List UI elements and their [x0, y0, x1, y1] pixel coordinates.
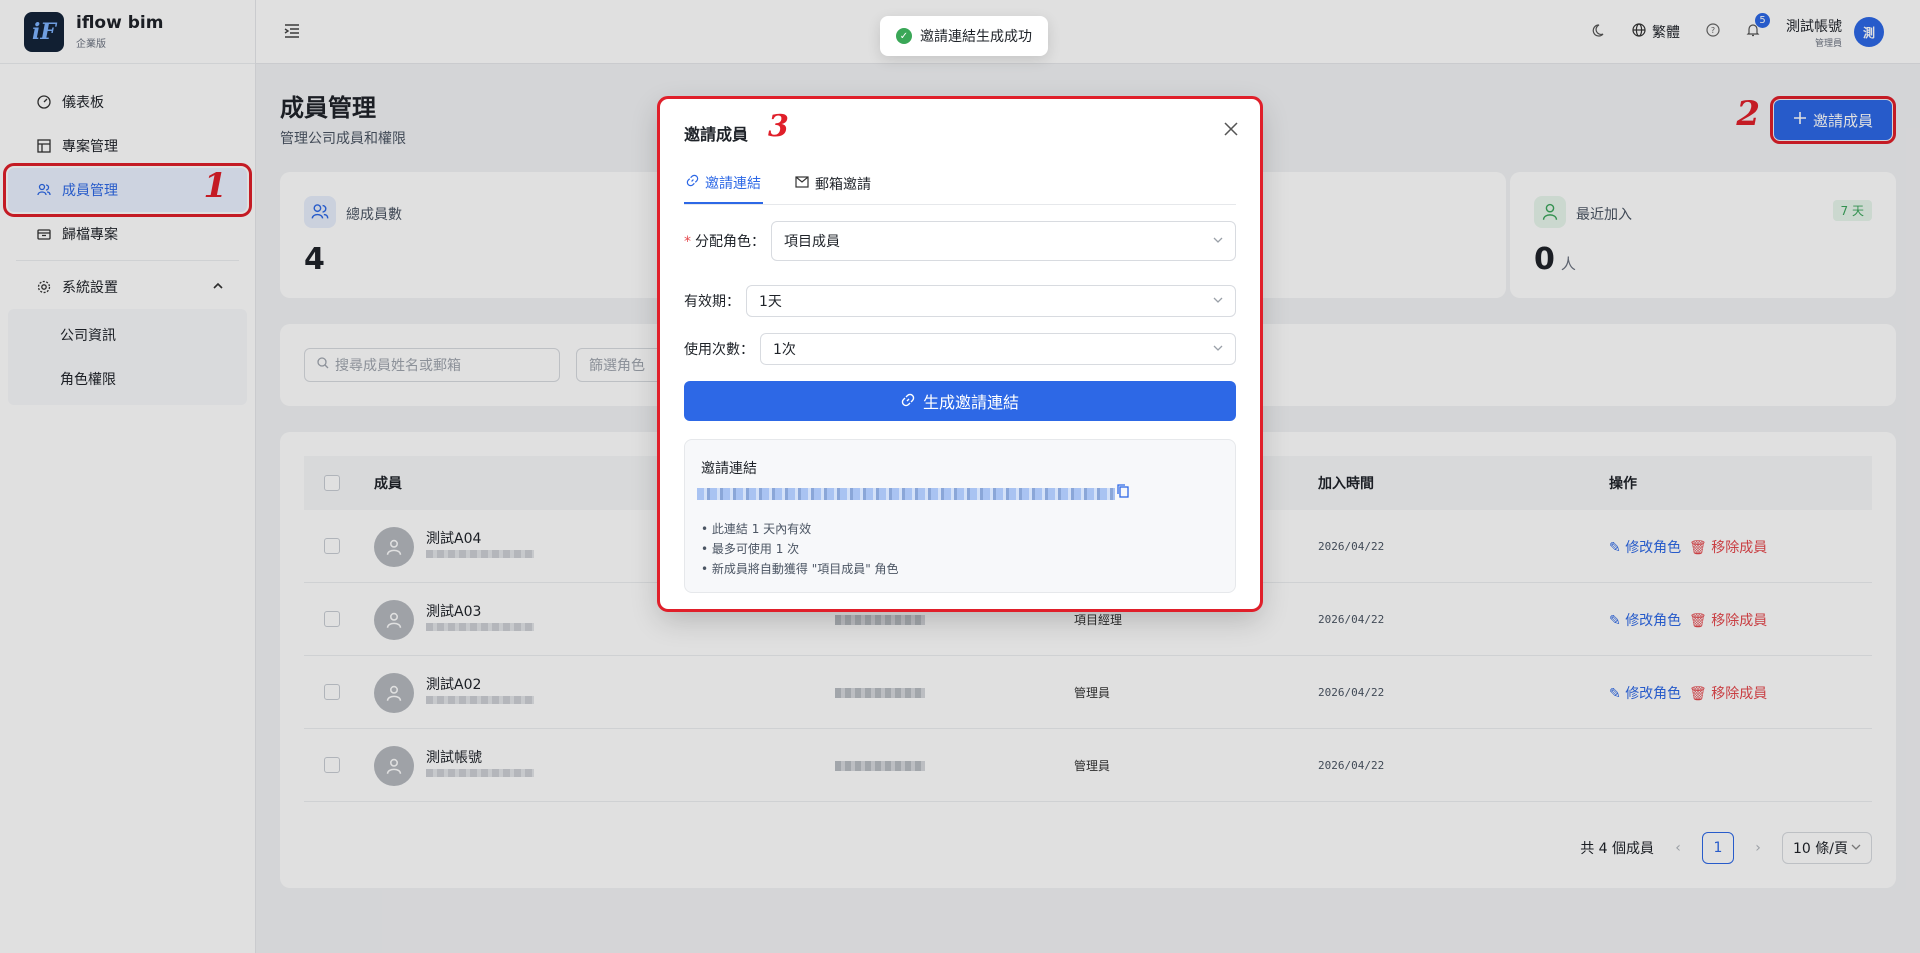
- copy-icon[interactable]: [1117, 484, 1129, 502]
- role-field: * 分配角色： 項目成員: [684, 221, 1236, 261]
- uses-select-value: 1次: [773, 342, 796, 358]
- role-select-value: 項目成員: [784, 234, 840, 250]
- invite-tabs: 邀請連結 郵箱邀請: [684, 163, 1236, 205]
- generate-link-button[interactable]: 生成邀請連結: [684, 381, 1236, 421]
- chevron-down-icon: [1213, 295, 1223, 308]
- link-icon: [901, 392, 915, 411]
- tab-invite-link[interactable]: 邀請連結: [684, 163, 763, 204]
- check-circle-icon: ✓: [896, 28, 912, 44]
- link-note: • 最多可使用 1 次: [701, 542, 800, 556]
- link-icon: [686, 174, 699, 191]
- close-icon[interactable]: [1224, 117, 1238, 141]
- tab-email-invite[interactable]: 郵箱邀請: [793, 163, 873, 204]
- chevron-down-icon: [1213, 235, 1223, 248]
- invite-link-box: 邀請連結 • 此連結 1 天內有效 • 最多可使用 1 次 • 新成員將自動獲得…: [684, 439, 1236, 593]
- annotation-number: 3: [768, 109, 789, 144]
- role-select[interactable]: 項目成員: [771, 221, 1236, 261]
- expiry-field: 有效期： 1天: [684, 285, 1236, 317]
- invite-link-redacted[interactable]: [697, 488, 1115, 500]
- toast-message: 邀請連結生成成功: [920, 29, 1032, 45]
- expiry-select[interactable]: 1天: [746, 285, 1236, 317]
- invite-member-modal: 邀請成員 3 邀請連結 郵箱邀請 * 分配角色： 項目成員 有效期： 1天 使用…: [657, 96, 1263, 612]
- role-label: * 分配角色：: [684, 234, 765, 250]
- chevron-down-icon: [1213, 343, 1223, 356]
- modal-title: 邀請成員 3: [684, 109, 789, 145]
- expiry-label: 有效期：: [684, 294, 740, 310]
- uses-select[interactable]: 1次: [760, 333, 1236, 365]
- link-note: • 新成員將自動獲得 "項目成員" 角色: [701, 562, 899, 576]
- modal-title-text: 邀請成員: [684, 125, 749, 144]
- link-box-title: 邀請連結: [701, 461, 757, 477]
- expiry-select-value: 1天: [759, 294, 782, 310]
- mail-icon: [795, 175, 809, 192]
- uses-field: 使用次數： 1次: [684, 333, 1236, 365]
- generate-link-label: 生成邀請連結: [922, 393, 1019, 412]
- uses-label: 使用次數：: [684, 342, 754, 358]
- tab-label: 郵箱邀請: [815, 176, 871, 193]
- link-note: • 此連結 1 天內有效: [701, 522, 812, 536]
- tab-label: 邀請連結: [705, 175, 761, 192]
- role-label-text: 分配角色：: [695, 234, 765, 250]
- success-toast: ✓ 邀請連結生成成功: [880, 16, 1048, 56]
